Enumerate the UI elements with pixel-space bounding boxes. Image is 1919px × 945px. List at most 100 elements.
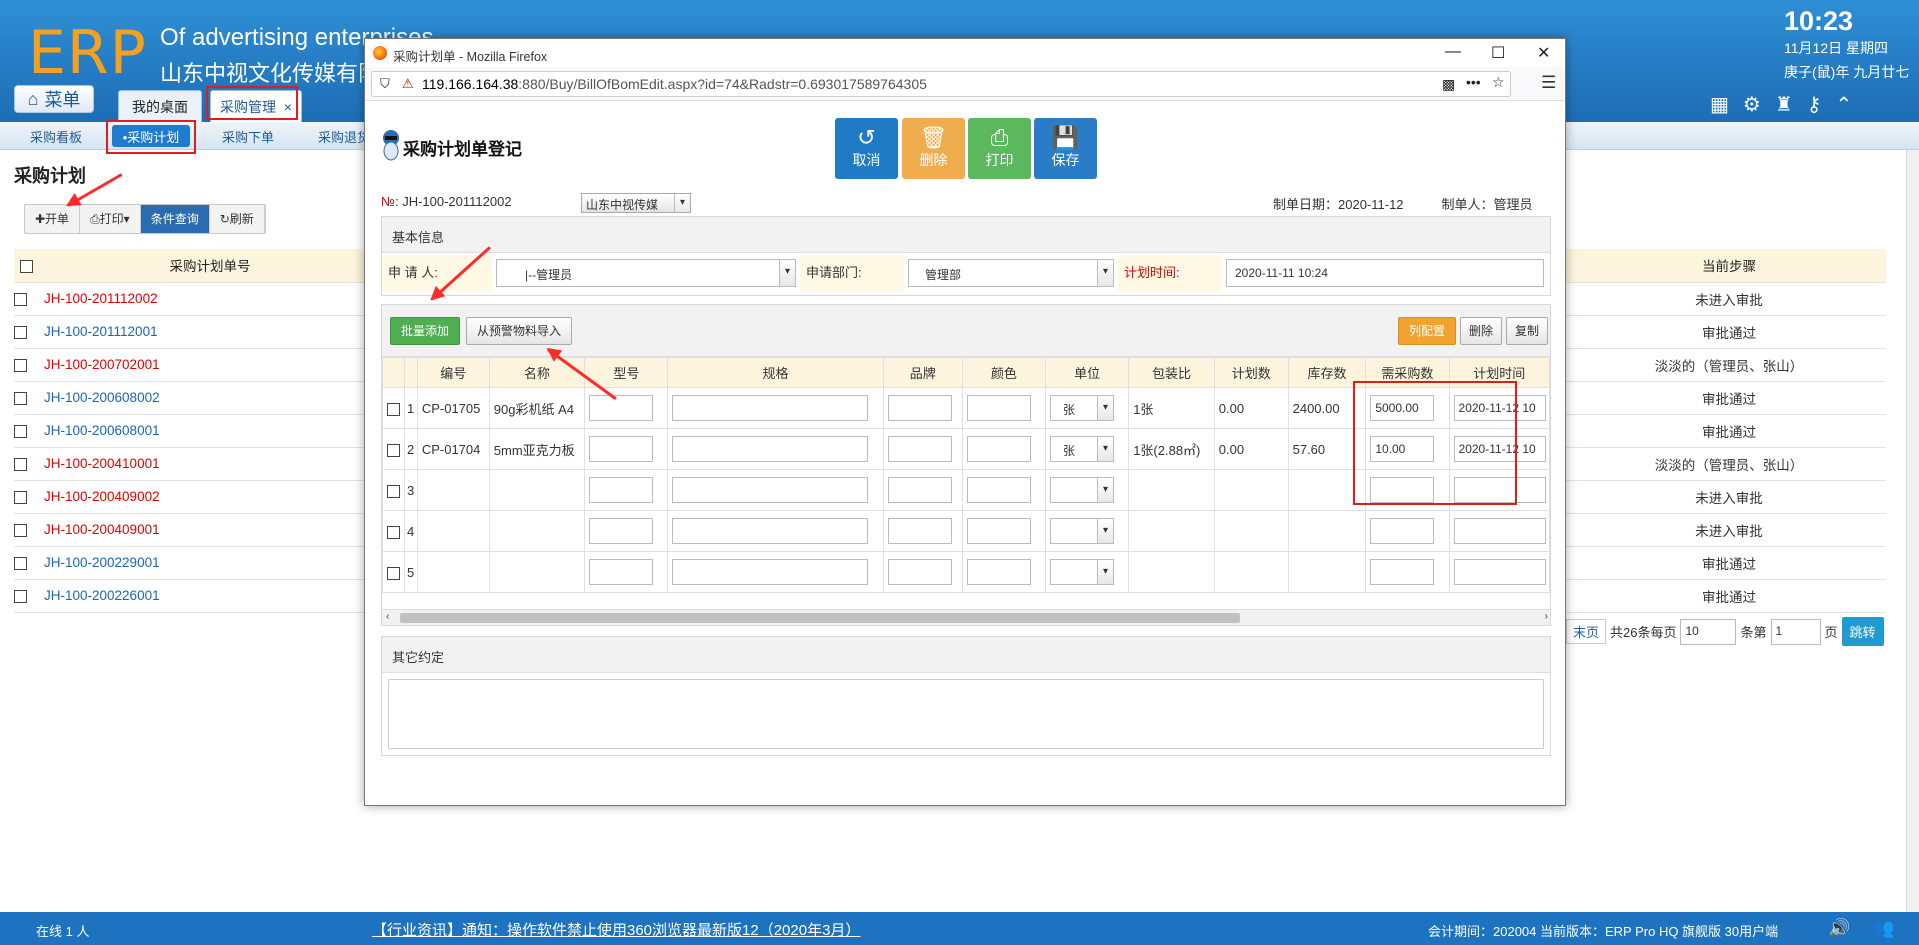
plan-time-cell-input[interactable]: 2020-11-12 10 bbox=[1453, 436, 1546, 462]
row-checkbox[interactable] bbox=[14, 424, 27, 438]
model-input[interactable] bbox=[589, 518, 654, 544]
model-input[interactable] bbox=[589, 436, 654, 462]
cancel-button[interactable]: ↺ 取消 bbox=[835, 118, 898, 179]
maximize-button[interactable]: ☐ bbox=[1491, 43, 1505, 63]
scroll-right-icon[interactable]: › bbox=[1545, 611, 1548, 622]
subnav-purchase-board[interactable]: 采购看板 bbox=[30, 127, 82, 146]
company-select[interactable]: 山东中视传媒 ▾ bbox=[581, 193, 691, 213]
need-qty-input[interactable] bbox=[1370, 518, 1435, 544]
new-bill-button[interactable]: ✚开单 bbox=[25, 205, 81, 233]
department-select[interactable]: 管理部 ▾ bbox=[908, 259, 1114, 287]
unit-select[interactable]: ▾ bbox=[1049, 559, 1114, 585]
plan-code-link[interactable]: JH-100-200608002 bbox=[38, 381, 382, 415]
subnav-purchase-order[interactable]: 采购下单 bbox=[222, 127, 274, 146]
subnav-purchase-plan[interactable]: •采购计划 bbox=[112, 125, 190, 147]
plan-code-link[interactable]: JH-100-201112002 bbox=[38, 282, 382, 316]
color-input[interactable] bbox=[966, 436, 1031, 462]
plan-time-cell-input[interactable] bbox=[1453, 477, 1546, 503]
brand-input[interactable] bbox=[887, 559, 952, 585]
save-button[interactable]: 💾 保存 bbox=[1034, 118, 1097, 179]
plan-code-link[interactable]: JH-100-200702001 bbox=[38, 348, 382, 382]
page-scrollbar[interactable] bbox=[1906, 150, 1919, 912]
need-qty-input[interactable] bbox=[1370, 559, 1435, 585]
color-input[interactable] bbox=[966, 477, 1031, 503]
page-size-select[interactable]: 10 bbox=[1680, 618, 1737, 645]
row-checkbox[interactable] bbox=[14, 358, 27, 372]
collapse-up-icon[interactable]: ⌃ bbox=[1835, 92, 1852, 117]
brand-input[interactable] bbox=[887, 477, 952, 503]
gear-icon[interactable]: ⚙ bbox=[1743, 92, 1761, 117]
unit-select[interactable]: ▾ bbox=[1049, 477, 1114, 503]
page-number-input[interactable]: 1 bbox=[1770, 618, 1821, 645]
brand-input[interactable] bbox=[887, 436, 952, 462]
row-checkbox[interactable] bbox=[14, 490, 27, 504]
users-icon[interactable]: 👥 bbox=[1872, 918, 1894, 939]
plan-time-input[interactable]: 2020-11-11 10:24 bbox=[1226, 259, 1544, 287]
row-checkbox[interactable] bbox=[14, 523, 27, 537]
row-checkbox[interactable] bbox=[14, 391, 27, 405]
model-input[interactable] bbox=[589, 395, 654, 421]
unit-select[interactable]: 张 ▾ bbox=[1049, 395, 1114, 421]
copy-row-button[interactable]: 复制 bbox=[1506, 317, 1548, 345]
key-icon[interactable]: ⚷ bbox=[1807, 92, 1822, 117]
select-all-checkbox[interactable] bbox=[19, 259, 33, 273]
spec-input[interactable] bbox=[672, 395, 869, 421]
row-checkbox[interactable] bbox=[14, 457, 27, 471]
plan-code-link[interactable]: JH-100-201112001 bbox=[38, 315, 382, 349]
plan-time-cell-input[interactable] bbox=[1453, 518, 1546, 544]
hamburger-menu-icon[interactable]: ☰ bbox=[1541, 73, 1556, 93]
jump-button[interactable]: 跳转 bbox=[1841, 617, 1884, 646]
row-checkbox[interactable] bbox=[14, 292, 27, 306]
applicant-select[interactable]: |--管理员 ▾ bbox=[496, 259, 796, 287]
color-input[interactable] bbox=[966, 395, 1031, 421]
brand-input[interactable] bbox=[887, 518, 952, 544]
plan-code-link[interactable]: JH-100-200410001 bbox=[38, 447, 382, 481]
menu-button[interactable]: ⌂ 菜单 bbox=[14, 85, 94, 113]
plan-code-link[interactable]: JH-100-200409001 bbox=[38, 513, 382, 547]
spec-input[interactable] bbox=[672, 477, 869, 503]
need-qty-input[interactable] bbox=[1370, 477, 1435, 503]
more-actions-icon[interactable]: ••• bbox=[1466, 74, 1481, 90]
row-checkbox[interactable] bbox=[14, 325, 27, 339]
color-input[interactable] bbox=[966, 518, 1031, 544]
unit-select[interactable]: 张 ▾ bbox=[1049, 436, 1114, 462]
url-field[interactable]: ⛉ ⚠ 119.166.164.38:880/Buy/BillOfBomEdit… bbox=[371, 71, 1511, 97]
shield-icon[interactable]: ⛉ bbox=[380, 76, 390, 92]
grid-horizontal-scrollbar[interactable]: ‹ › bbox=[382, 609, 1550, 625]
delete-button[interactable]: 🗑 删除 bbox=[902, 118, 965, 179]
tab-purchase-management[interactable]: 采购管理 × bbox=[210, 90, 302, 122]
column-config-button[interactable]: 列配置 bbox=[1398, 317, 1456, 345]
plan-code-link[interactable]: JH-100-200608001 bbox=[38, 414, 382, 448]
delete-row-button[interactable]: 删除 bbox=[1460, 317, 1502, 345]
spec-input[interactable] bbox=[672, 559, 869, 585]
import-warning-material-button[interactable]: 从预警物料导入 bbox=[466, 317, 572, 345]
scroll-left-icon[interactable]: ‹ bbox=[386, 611, 389, 622]
bookmark-star-icon[interactable]: ☆ bbox=[1492, 74, 1505, 91]
batch-add-button[interactable]: 批量添加 bbox=[390, 317, 460, 345]
row-checkbox[interactable] bbox=[14, 589, 27, 603]
shirt-icon[interactable]: ♜ bbox=[1775, 92, 1793, 117]
color-input[interactable] bbox=[966, 559, 1031, 585]
plan-time-cell-input[interactable] bbox=[1453, 559, 1546, 585]
news-link[interactable]: 【行业资讯】通知：操作软件禁止使用360浏览器最新版12（2020年3月） bbox=[372, 919, 860, 940]
scroll-thumb[interactable] bbox=[400, 613, 1240, 623]
row-checkbox[interactable] bbox=[14, 556, 27, 570]
refresh-button[interactable]: ↻刷新 bbox=[210, 205, 265, 233]
need-qty-input[interactable]: 10.00 bbox=[1370, 436, 1435, 462]
model-input[interactable] bbox=[589, 559, 654, 585]
print-button[interactable]: ⎙打印▾ bbox=[80, 205, 141, 233]
brand-input[interactable] bbox=[887, 395, 952, 421]
grid-row-checkbox[interactable] bbox=[387, 484, 400, 498]
tab-my-desktop[interactable]: 我的桌面 bbox=[118, 90, 202, 122]
model-input[interactable] bbox=[589, 477, 654, 503]
last-page-button[interactable]: 末页 bbox=[1566, 619, 1607, 644]
speaker-icon[interactable]: 🔊 bbox=[1828, 918, 1850, 939]
need-qty-input[interactable]: 5000.00 bbox=[1370, 395, 1435, 421]
close-window-button[interactable]: ✕ bbox=[1537, 43, 1550, 63]
minimize-button[interactable]: — bbox=[1445, 43, 1461, 61]
grid-row-checkbox[interactable] bbox=[387, 402, 400, 416]
plan-code-link[interactable]: JH-100-200409002 bbox=[38, 480, 382, 514]
unit-select[interactable]: ▾ bbox=[1049, 518, 1114, 544]
subnav-purchase-return[interactable]: 采购退货 bbox=[318, 127, 370, 146]
spec-input[interactable] bbox=[672, 518, 869, 544]
